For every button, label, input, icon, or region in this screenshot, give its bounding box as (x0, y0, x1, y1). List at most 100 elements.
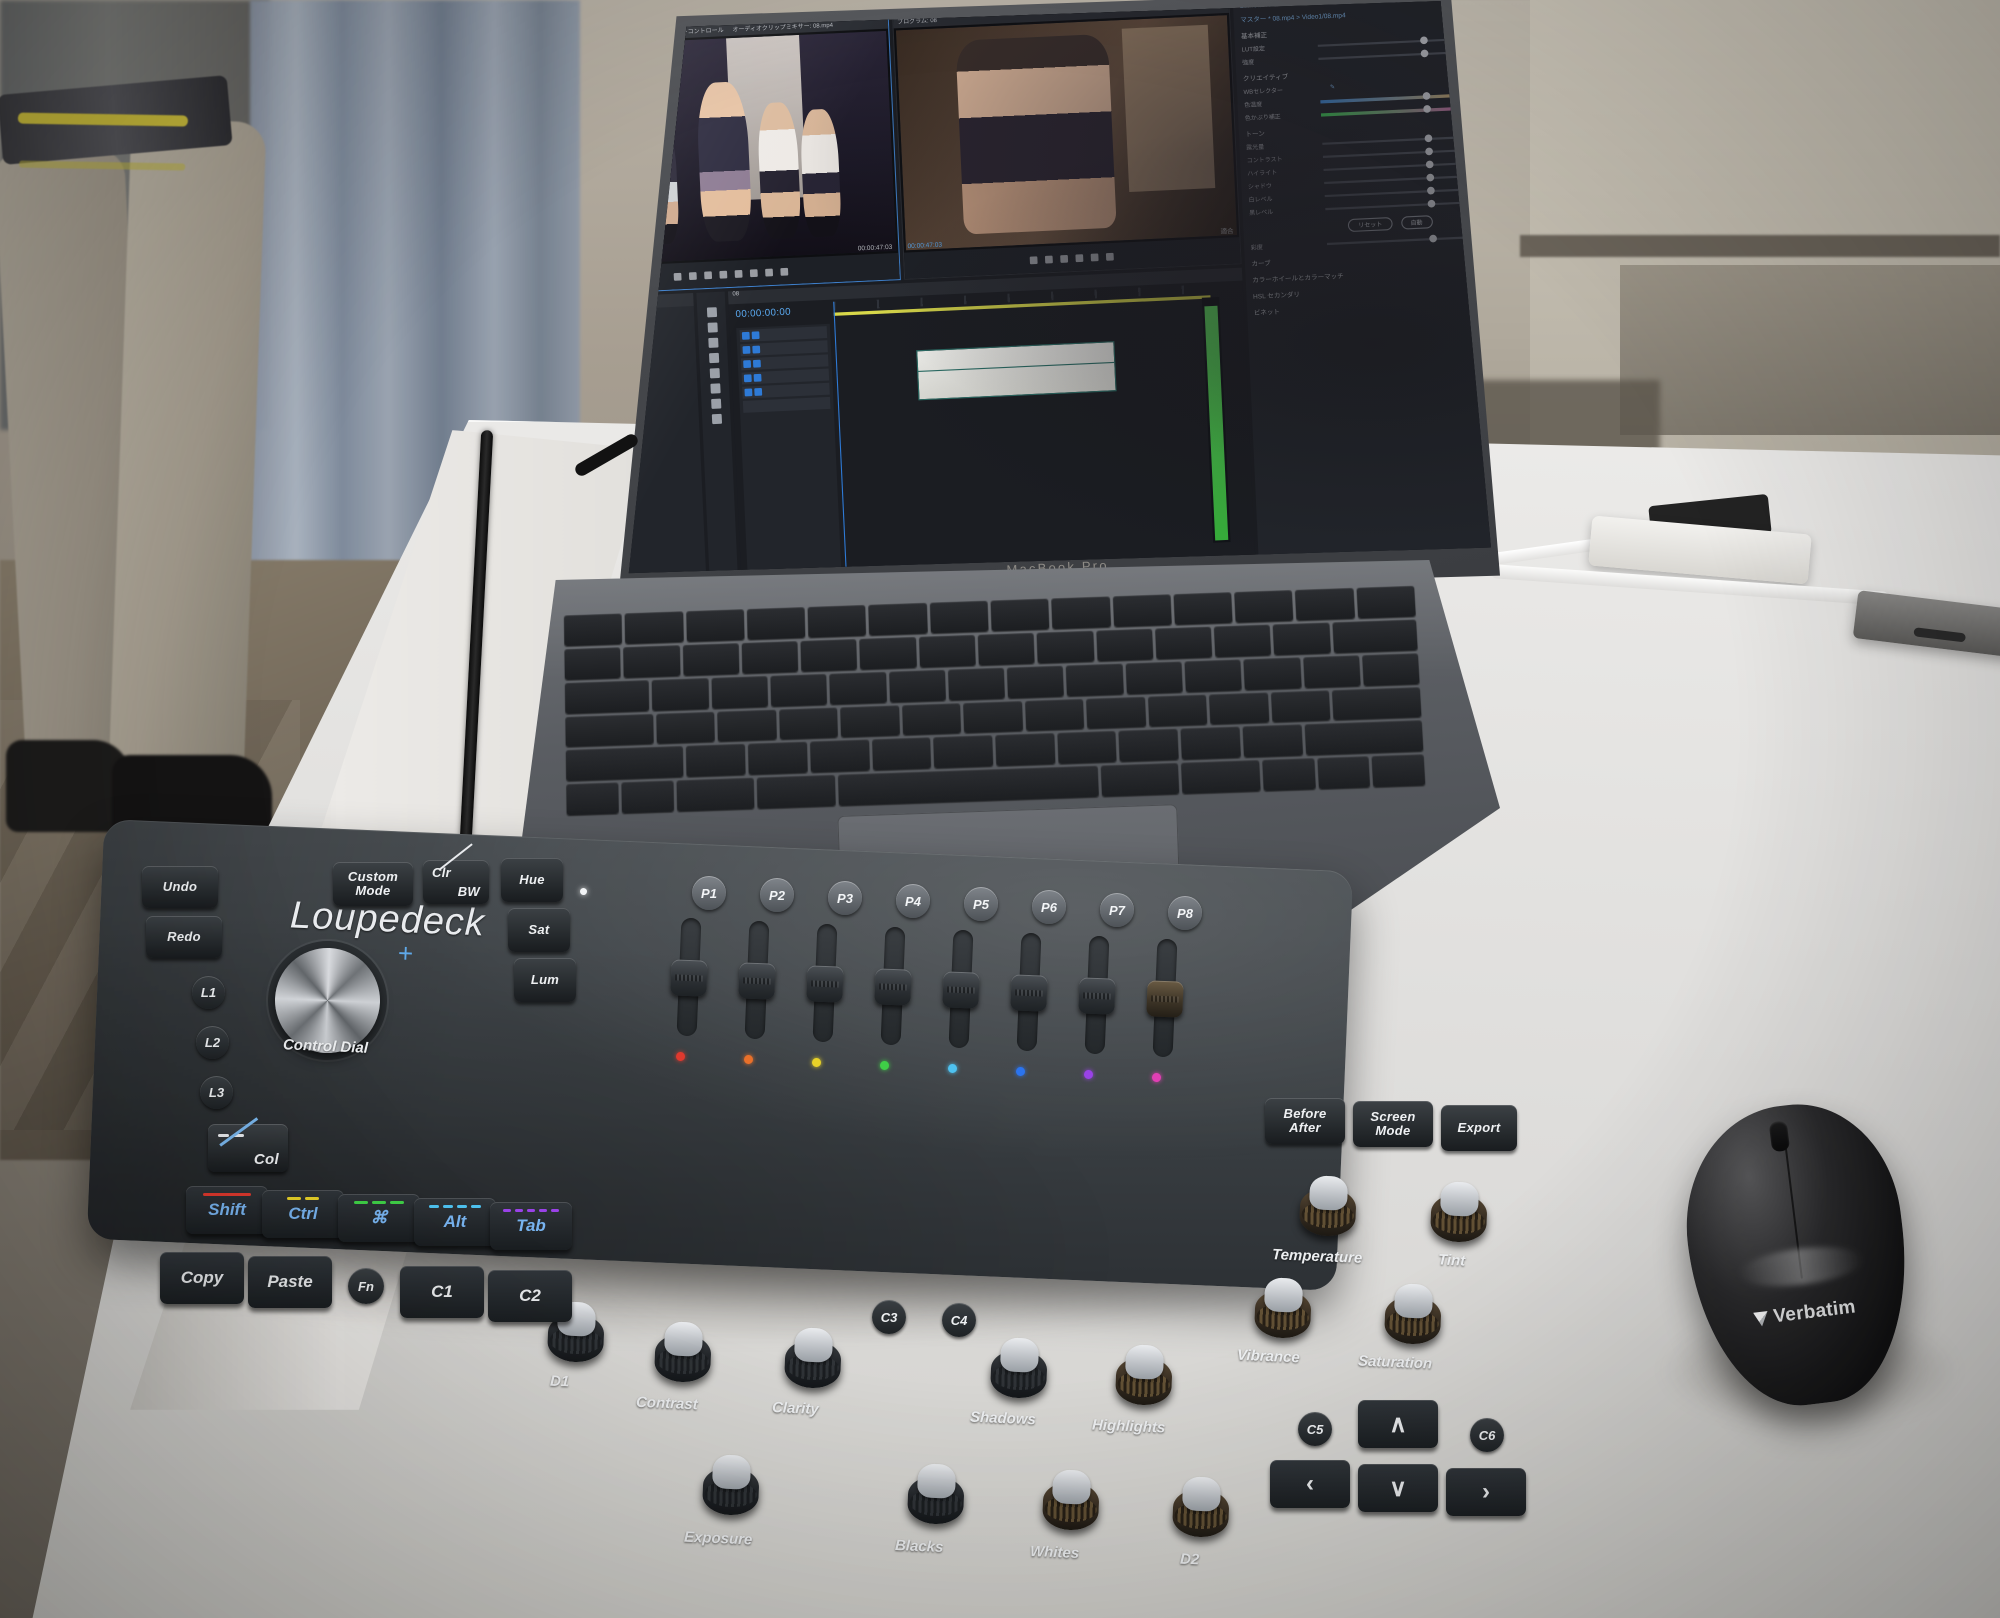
track-header-v2[interactable] (739, 326, 828, 343)
export-frame-icon[interactable] (780, 267, 789, 276)
slip-tool-icon[interactable] (709, 368, 720, 379)
media-browser-tab[interactable]: メディア (629, 297, 645, 308)
lumetri-reset-button[interactable]: リセット (1348, 216, 1393, 233)
arrow-up-button[interactable]: ∧ (1358, 1400, 1438, 1448)
timeline-clip[interactable] (916, 341, 1117, 401)
c2-key[interactable]: C2 (488, 1270, 572, 1322)
shift-key[interactable]: Shift (186, 1186, 268, 1234)
copy-key[interactable]: Copy (160, 1252, 244, 1304)
clarity-knob[interactable] (781, 1327, 846, 1392)
exposure-knob[interactable] (699, 1454, 764, 1519)
arrow-left-button[interactable]: ‹ (1270, 1460, 1350, 1508)
lum-button[interactable]: Lum (514, 958, 576, 1002)
clr-bw-button[interactable]: Clr BW (423, 843, 489, 904)
screen-mode-button[interactable]: Screen Mode (1353, 1101, 1433, 1147)
fader-6[interactable] (1008, 932, 1051, 1052)
step-back-icon[interactable] (703, 270, 712, 279)
fader-5[interactable] (940, 929, 983, 1049)
fader-thumb[interactable] (1078, 977, 1116, 1015)
program-fit-label[interactable]: 適合 (1220, 225, 1233, 236)
fader-thumb[interactable] (1146, 980, 1184, 1018)
track-select-tool-icon[interactable] (707, 322, 718, 333)
l2-button[interactable]: L2 (196, 1026, 229, 1059)
timeline-panel[interactable]: 08 00:00:00:00 (727, 267, 1256, 574)
fader-thumb[interactable] (874, 968, 912, 1006)
mouse-scroll-wheel[interactable] (1768, 1120, 1790, 1153)
hue-button[interactable]: Hue (501, 858, 563, 902)
marker-out-icon[interactable] (688, 271, 697, 280)
project-tab[interactable]: プロジェクト: 08 (600, 299, 613, 310)
fader-thumb[interactable] (670, 959, 708, 997)
l3-button[interactable]: L3 (200, 1076, 233, 1109)
arrow-right-button[interactable]: › (1446, 1468, 1526, 1516)
source-monitor[interactable]: ソース: 08.mp4 Lumetriスコープ エフェクトコントロール オーディ… (628, 14, 901, 296)
fader-thumb[interactable] (738, 962, 776, 1000)
next-edit-icon[interactable] (1075, 253, 1084, 262)
fader-8[interactable] (1144, 938, 1187, 1058)
saturation-knob[interactable] (1381, 1283, 1446, 1348)
marker-in-icon[interactable] (673, 272, 682, 281)
selection-tool-icon[interactable] (706, 307, 717, 318)
c6-button[interactable]: C6 (1470, 1418, 1504, 1452)
contrast-knob[interactable] (651, 1321, 716, 1386)
timeline-track-headers[interactable] (736, 323, 842, 574)
extract-icon[interactable] (1106, 252, 1115, 261)
l1-button[interactable]: L1 (192, 976, 225, 1009)
clip-thumbnail[interactable] (628, 341, 644, 372)
type-tool-icon[interactable] (711, 413, 722, 425)
vibrance-knob[interactable] (1251, 1277, 1316, 1342)
prev-edit-icon[interactable] (1045, 255, 1054, 264)
step-forward-icon[interactable] (734, 269, 743, 278)
tab-color[interactable]: カラー (723, 1, 746, 12)
redo-button[interactable]: Redo (146, 916, 222, 958)
marker-icon[interactable] (1029, 255, 1038, 264)
track-header-v1[interactable] (740, 340, 828, 357)
razor-tool-icon[interactable] (708, 352, 719, 364)
fader-3[interactable] (804, 923, 847, 1043)
program-monitor[interactable]: プログラム: 08 00:00:47:03 適合 (891, 0, 1242, 280)
preset-button-p5[interactable]: P5 (964, 887, 998, 921)
preset-button-p4[interactable]: P4 (896, 884, 930, 918)
c4-button[interactable]: C4 (942, 1303, 976, 1337)
overwrite-icon[interactable] (764, 268, 773, 276)
export-button[interactable]: Export (1441, 1105, 1517, 1151)
play-icon[interactable] (719, 270, 728, 279)
laptop-keyboard[interactable] (563, 585, 1426, 816)
fader-7[interactable] (1076, 935, 1119, 1055)
tab-assembly[interactable]: アセンブリ (635, 4, 673, 17)
whites-knob[interactable] (1039, 1469, 1104, 1534)
play-icon[interactable] (1060, 254, 1069, 263)
preset-button-p6[interactable]: P6 (1032, 890, 1066, 924)
col-button[interactable]: Col (208, 1117, 288, 1172)
custom-mode-button[interactable]: Custom Mode (333, 862, 413, 906)
fader-1[interactable] (668, 917, 711, 1037)
fn-key[interactable]: Fn (348, 1268, 384, 1304)
blacks-knob[interactable] (904, 1463, 969, 1528)
ctrl-key[interactable]: Ctrl (262, 1190, 344, 1238)
lumetri-auto-button[interactable]: 自動 (1400, 215, 1433, 230)
arrow-down-button[interactable]: ∨ (1358, 1464, 1438, 1512)
ripple-edit-tool-icon[interactable] (707, 337, 718, 348)
c3-button[interactable]: C3 (872, 1300, 906, 1334)
sat-button[interactable]: Sat (508, 908, 570, 952)
preset-button-p2[interactable]: P2 (760, 878, 794, 912)
track-header-a3[interactable] (742, 382, 830, 399)
fader-2[interactable] (736, 920, 779, 1040)
clip-thumbnail[interactable] (600, 343, 605, 373)
fader-4[interactable] (872, 926, 915, 1046)
tab-edit[interactable]: 編集 (690, 2, 706, 14)
tab-learn[interactable]: 学習 (602, 6, 618, 18)
c1-key[interactable]: C1 (400, 1266, 484, 1318)
tint-knob[interactable] (1427, 1181, 1492, 1246)
before-after-button[interactable]: Before After (1265, 1098, 1345, 1144)
track-header-a1[interactable] (740, 354, 829, 371)
command-key[interactable]: ⌘ (338, 1194, 420, 1242)
temperature-knob[interactable] (1296, 1175, 1361, 1240)
tab-graphics[interactable]: グラフィック (874, 1, 920, 5)
insert-icon[interactable] (749, 268, 758, 277)
shadows-knob[interactable] (987, 1337, 1052, 1402)
source-tab-effect-controls[interactable]: エフェクトコントロール (658, 25, 724, 37)
source-tab-scopes[interactable]: Lumetriスコープ (629, 29, 649, 40)
alt-key[interactable]: Alt (414, 1198, 496, 1246)
fader-thumb[interactable] (806, 965, 844, 1003)
